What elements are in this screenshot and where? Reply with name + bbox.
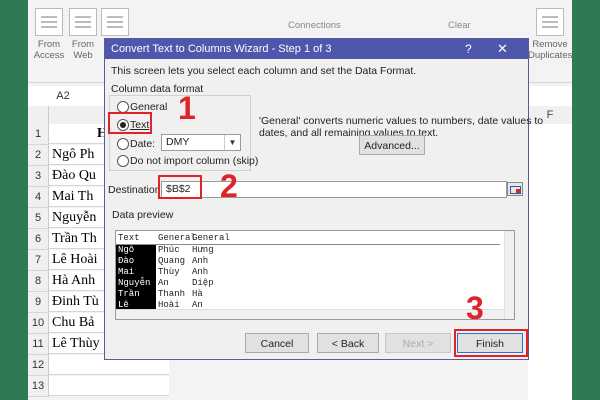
remove-duplicates-icon (536, 8, 564, 36)
preview-cell: Phúc (158, 245, 180, 255)
from-access-button[interactable]: From Access (30, 8, 68, 61)
next-button[interactable]: Next > (385, 333, 451, 353)
description-line-1: 'General' converts numeric values to num… (259, 115, 544, 127)
connections-link[interactable]: Connections (288, 20, 341, 31)
access-icon (35, 8, 63, 36)
preview-cell: Hà (192, 289, 203, 299)
step-label-3: 3 (466, 290, 484, 326)
row-header[interactable]: 12 (28, 355, 49, 376)
preview-cell: Diệp (192, 278, 214, 288)
row-header[interactable]: 2 (28, 145, 49, 166)
cell[interactable] (49, 376, 169, 396)
from-text-button[interactable] (96, 8, 134, 39)
step-label-1: 1 (178, 90, 196, 126)
row-header[interactable]: 5 (28, 208, 49, 229)
preview-vertical-scrollbar[interactable] (504, 231, 514, 319)
web-icon (69, 8, 97, 36)
clear-link[interactable]: Clear (448, 20, 471, 31)
preview-header[interactable]: General (156, 233, 196, 244)
preview-cell: Thùy (158, 267, 180, 277)
intro-text: This screen lets you select each column … (111, 65, 417, 77)
option-date-label: Date: (130, 138, 156, 150)
preview-header[interactable]: General (190, 233, 500, 244)
preview-header[interactable]: Text (116, 233, 156, 244)
destination-label: Destination: (108, 184, 164, 196)
preview-cell: Trần (116, 289, 156, 300)
preview-cell: Đào (116, 256, 156, 267)
radio-skip[interactable] (117, 155, 129, 167)
row-header[interactable]: 6 (28, 229, 49, 250)
preview-header-row: Text General General (116, 233, 500, 245)
dialog-title: Convert Text to Columns Wizard - Step 1 … (111, 43, 332, 55)
preview-cell: Thanh (158, 289, 186, 299)
row-header[interactable]: 3 (28, 166, 49, 187)
range-select-icon[interactable] (507, 182, 523, 196)
date-format-value: DMY (166, 136, 190, 148)
name-box[interactable]: A2 (28, 88, 98, 104)
remove-duplicates-button[interactable]: Remove Duplicates (528, 8, 572, 61)
dialog-titlebar[interactable]: Convert Text to Columns Wizard - Step 1 … (105, 39, 528, 59)
highlight-finish (454, 329, 528, 357)
cancel-button[interactable]: Cancel (245, 333, 309, 353)
preview-cell: Mai (116, 267, 156, 278)
date-format-select[interactable]: DMY ▼ (161, 134, 241, 151)
preview-cell: An (158, 278, 169, 288)
grid-area (528, 124, 572, 400)
close-icon[interactable]: ✕ (497, 41, 508, 57)
data-preview-label: Data preview (112, 209, 174, 221)
row-header[interactable]: 13 (28, 376, 49, 397)
preview-horizontal-scrollbar[interactable] (116, 309, 504, 319)
chevron-down-icon: ▼ (224, 135, 240, 150)
destination-input[interactable]: $B$2 (161, 181, 507, 198)
row-header[interactable]: 4 (28, 187, 49, 208)
text-file-icon (101, 8, 129, 36)
row-header[interactable]: 11 (28, 334, 49, 355)
preview-cell: Ngô (116, 245, 156, 256)
data-preview[interactable]: Text General General Ngô Phúc Hưng Đào Q… (115, 230, 515, 320)
radio-date[interactable] (117, 138, 129, 150)
row-header[interactable]: 10 (28, 313, 49, 334)
preview-cell: Anh (192, 256, 209, 266)
highlight-text-option (108, 112, 152, 134)
preview-cell: Quang (158, 256, 186, 266)
row-header[interactable]: 1 (28, 124, 49, 145)
advanced-button[interactable]: Advanced... (359, 135, 425, 155)
help-icon[interactable]: ? (465, 42, 472, 56)
preview-cell: Nguyễn (116, 278, 156, 289)
preview-cell: Hưng (192, 245, 214, 255)
preview-cell: Anh (192, 267, 209, 277)
option-skip-label: Do not import column (skip) (130, 155, 259, 167)
back-button[interactable]: < Back (317, 333, 379, 353)
select-all-corner[interactable] (28, 106, 49, 125)
row-header[interactable]: 7 (28, 250, 49, 271)
highlight-destination (158, 175, 202, 199)
row-header[interactable]: 9 (28, 292, 49, 313)
step-label-2: 2 (220, 168, 238, 204)
row-header[interactable]: 8 (28, 271, 49, 292)
